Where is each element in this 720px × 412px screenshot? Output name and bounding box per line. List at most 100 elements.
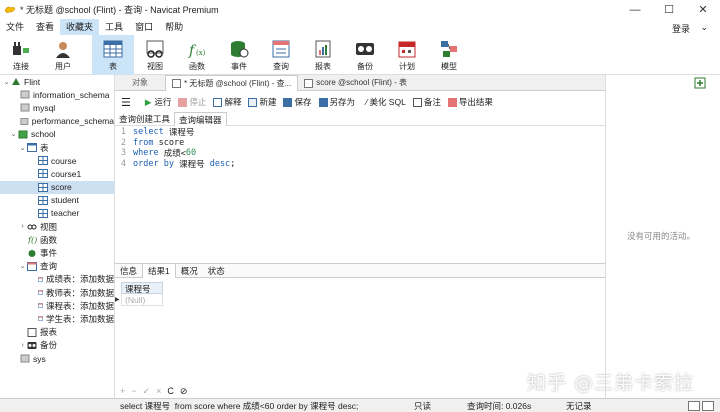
chevron-right-icon[interactable]: › <box>18 223 27 230</box>
delete-record-button[interactable]: − <box>131 386 136 396</box>
minimize-button[interactable]: — <box>618 0 652 19</box>
toolbar-query-button[interactable]: 查询 <box>260 35 302 75</box>
new-button[interactable]: 新建 <box>248 96 276 108</box>
database-icon <box>20 354 30 363</box>
toolbar-backup-button[interactable]: 备份 <box>344 35 386 75</box>
tree-item-performance-schema[interactable]: performance_schema <box>0 115 114 128</box>
toolbar-model-button[interactable]: 模型 <box>428 35 470 75</box>
tree-item-queries[interactable]: ⌄ 查询 <box>0 260 114 273</box>
database-icon <box>20 90 30 99</box>
apply-button[interactable]: ✓ <box>143 386 151 397</box>
refresh-button[interactable]: C <box>167 386 174 396</box>
tree-item-reports[interactable]: 报表 <box>0 326 114 339</box>
tree-item-views[interactable]: › 视图 <box>0 220 114 233</box>
save-label: 保存 <box>294 97 312 107</box>
toolbar-user-button[interactable]: 用户 <box>42 35 84 75</box>
grid-cell[interactable]: ▶ (Null) <box>115 294 163 306</box>
window-title: * 无标题 @school (Flint) - 查询 - Navicat Pre… <box>20 5 219 15</box>
tree-item-functions[interactable]: f() 函数 <box>0 233 114 246</box>
tree-item-query-score[interactable]: 成绩表：添加数据 <box>0 273 114 286</box>
tree-item-score[interactable]: score <box>0 180 114 194</box>
chevron-down-icon[interactable]: ⌄ <box>18 262 27 270</box>
tree-item-flint[interactable]: ⌄ Flint <box>0 75 114 88</box>
chevron-down-icon[interactable]: ⌄ <box>700 22 708 33</box>
info-panel-icon[interactable] <box>694 77 706 89</box>
chevron-down-icon[interactable]: ⌄ <box>9 130 18 138</box>
explain-button[interactable]: 解释 <box>213 96 241 108</box>
add-record-button[interactable]: + <box>120 386 125 396</box>
login-button[interactable]: 登录 <box>672 22 690 35</box>
menu-view[interactable]: 查看 <box>30 19 60 35</box>
note-button[interactable]: 备注 <box>412 96 441 108</box>
stop-refresh-button[interactable]: ⊘ <box>180 386 188 397</box>
tree-item-label: 教师表：添加数据 <box>45 287 114 298</box>
tree-item-label: teacher <box>51 208 80 219</box>
toolbar-table-button[interactable]: 表 <box>92 35 134 75</box>
tree-item-label: mysql <box>33 102 56 113</box>
sql-number: 60 <box>185 148 197 159</box>
tree-item-course1[interactable]: course1 <box>0 167 114 180</box>
tab-result1[interactable]: 结果1 <box>142 264 176 278</box>
close-button[interactable]: ✕ <box>686 0 720 19</box>
tab-query[interactable]: * 无标题 @school (Flint) - 查... <box>165 75 299 91</box>
tab-profile[interactable]: 概况 <box>176 264 203 278</box>
stop-button[interactable]: 停止 <box>178 96 206 108</box>
tree-item-query-student[interactable]: 学生表：添加数据 <box>0 312 114 325</box>
save-as-icon <box>318 97 328 107</box>
toolbar-function-button[interactable]: f (x) 函数 <box>176 35 218 75</box>
chevron-right-icon[interactable]: › <box>18 342 27 349</box>
toolbar-event-button[interactable]: 事件 <box>218 35 260 75</box>
result-grid[interactable]: 课程号 ▶ (Null) <box>115 282 163 306</box>
menu-window[interactable]: 窗口 <box>129 19 159 35</box>
tree-item-label: 课程表：添加数据 <box>45 300 114 311</box>
discard-button[interactable]: × <box>156 386 161 396</box>
menu-help[interactable]: 帮助 <box>159 19 189 35</box>
row-pointer-icon: ▶ <box>115 297 120 303</box>
tree-item-events[interactable]: 事件 <box>0 246 114 259</box>
tree-item-query-teacher[interactable]: 教师表：添加数据 <box>0 286 114 299</box>
tree-item-query-course[interactable]: 课程表：添加数据 <box>0 299 114 312</box>
form-view-icon[interactable] <box>702 400 714 411</box>
tab-objects[interactable]: 对象 <box>115 75 165 91</box>
menu-file[interactable]: 文件 <box>0 19 30 35</box>
tab-score-table[interactable]: score @school (Flint) - 表 <box>298 75 413 91</box>
tab-status[interactable]: 状态 <box>203 264 230 278</box>
sql-editor[interactable]: 1 select 课程号 2 from score 3 where 成绩< 60… <box>115 127 605 263</box>
save-as-button[interactable]: 另存为 <box>318 96 355 108</box>
menu-favorites[interactable]: 收藏夹 <box>60 19 100 35</box>
view-icon <box>144 39 166 59</box>
toolbar-report-button[interactable]: 报表 <box>302 35 344 75</box>
export-result-button[interactable]: 导出结果 <box>447 96 493 108</box>
tree-item-teacher[interactable]: teacher <box>0 207 114 220</box>
tab-info[interactable]: 信息 <box>115 264 142 278</box>
menu-icon[interactable]: ☰ <box>121 96 131 109</box>
run-button[interactable]: ▶ 运行 <box>145 96 172 108</box>
tree-item-backups[interactable]: › 备份 <box>0 339 114 352</box>
maximize-button[interactable]: ☐ <box>652 0 686 19</box>
chevron-down-icon[interactable]: ⌄ <box>2 78 11 86</box>
tab-query-builder[interactable]: 查询创建工具 <box>115 112 174 126</box>
chevron-down-icon[interactable]: ⌄ <box>18 144 27 152</box>
toolbar-connect-button[interactable]: 连接 <box>0 35 42 75</box>
beautify-sql-button[interactable]: ⁄ 美化 SQL <box>366 96 406 108</box>
tree-item-school[interactable]: ⌄ school <box>0 128 114 141</box>
tree-item-label: course1 <box>51 168 82 179</box>
tree-item-sys[interactable]: sys <box>0 352 114 365</box>
query-toolbar: ☰ ▶ 运行 停止 解释 新建 保存 另存为 ⁄ 美化 SQL 备注 导出结果 <box>115 93 605 111</box>
tree-item-student[interactable]: student <box>0 194 114 207</box>
toolbar-view-button[interactable]: 视图 <box>134 35 176 75</box>
menu-tools[interactable]: 工具 <box>99 19 129 35</box>
query-icon <box>172 79 181 88</box>
main-toolbar: 连接 用户 表 视图 f (x) 函数 事件 查询 报表 备份 计划 模型 <box>0 35 720 75</box>
tree-item-mysql[interactable]: mysql <box>0 101 114 114</box>
tree-item-tables[interactable]: ⌄ 表 <box>0 141 114 154</box>
grid-view-icon[interactable] <box>688 400 700 411</box>
tab-query-editor[interactable]: 查询编辑器 <box>174 112 227 126</box>
backup-icon <box>27 341 37 349</box>
tree-item-information-schema[interactable]: information_schema <box>0 88 114 101</box>
toolbar-schedule-button[interactable]: 计划 <box>386 35 428 75</box>
result-tabs: 信息 结果1 概况 状态 <box>115 263 605 278</box>
column-header[interactable]: 课程号 <box>121 282 163 294</box>
save-button[interactable]: 保存 <box>283 96 312 108</box>
tree-item-course[interactable]: course <box>0 154 114 167</box>
